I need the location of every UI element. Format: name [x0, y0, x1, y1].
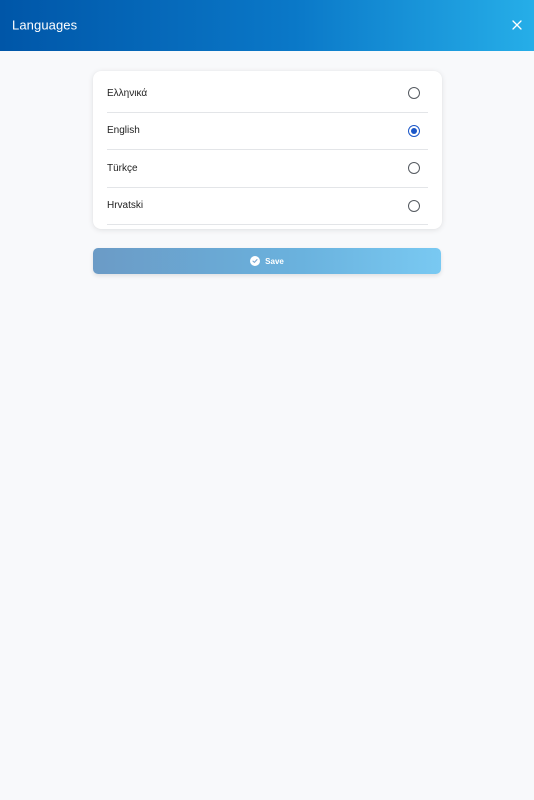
save-button[interactable]: Save: [93, 248, 441, 274]
language-list: Ελληνικά English Türkçe Hrvatski: [93, 71, 442, 229]
language-option-turkish[interactable]: Türkçe: [107, 150, 428, 188]
radio-button-croatian[interactable]: [408, 199, 420, 212]
close-button[interactable]: [509, 17, 525, 33]
check-circle-icon: [250, 256, 261, 266]
dialog-header: Languages: [0, 0, 534, 51]
language-label: Türkçe: [107, 162, 138, 174]
radio-button-turkish[interactable]: [408, 162, 420, 175]
radio-button-greek[interactable]: [408, 87, 420, 100]
save-button-label: Save: [265, 256, 284, 266]
language-option-croatian[interactable]: Hrvatski: [107, 188, 428, 225]
language-option-greek[interactable]: Ελληνικά: [107, 75, 428, 113]
language-label: English: [107, 125, 140, 137]
language-label: Ελληνικά: [107, 87, 148, 99]
dialog-title: Languages: [12, 17, 78, 33]
close-icon: [512, 20, 522, 30]
language-option-english[interactable]: English: [107, 113, 428, 150]
radio-button-english[interactable]: [408, 124, 420, 137]
language-label: Hrvatski: [107, 200, 144, 212]
